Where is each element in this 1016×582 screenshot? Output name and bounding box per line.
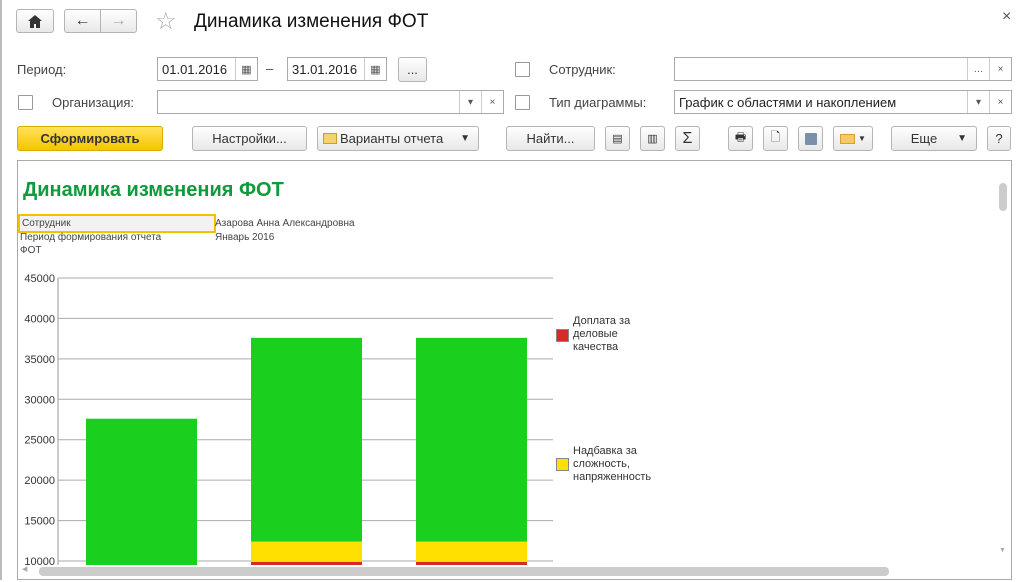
help-button[interactable]: ? [987,126,1011,151]
calendar-icon[interactable]: ▦ [364,58,386,80]
floppy-icon [804,132,817,145]
favorite-star-icon[interactable]: ☆ [155,7,177,36]
dropdown-icon: ▼ [460,133,470,144]
legend-swatch [556,329,569,342]
send-email-button[interactable]: ▼ [833,126,873,151]
more-button[interactable]: Еще ▼ [891,126,977,151]
clear-icon[interactable]: × [481,91,503,113]
date-from-value: 01.01.2016 [162,61,228,77]
organization-checkbox[interactable] [18,95,33,110]
groups-icon: ▥ [647,133,658,145]
y-tick-label: 35000 [24,354,55,366]
report-variants-label: Варианты отчета [340,131,444,146]
period-label: Период: [17,62,67,77]
save-button[interactable] [798,126,823,151]
groups-icon: ▤ [612,133,623,145]
horizontal-scrollbar[interactable] [39,567,889,576]
bar-segment [251,337,362,542]
back-button[interactable]: ← [64,9,101,33]
legend-swatch [556,458,569,471]
chart-type-value: График с областями и накоплением [679,94,897,110]
folder-icon [323,133,337,144]
bar-segment [251,561,362,565]
generate-button[interactable]: Сформировать [17,126,163,151]
printer-icon: 🖶 [734,130,747,144]
clear-icon[interactable]: × [989,58,1011,80]
date-from-input[interactable]: 01.01.2016 ▦ [157,57,258,81]
print-button[interactable]: 🖶 [728,126,753,151]
preview-button[interactable]: 🗋 [763,126,788,151]
chart: 10000 15000 20000 25000 30000 35000 40000 45000 [24,273,553,566]
chart-type-label: Тип диаграммы: [549,95,647,110]
y-tick-label: 45000 [24,273,55,285]
chart-type-checkbox[interactable] [515,95,530,110]
vertical-scroll-down-icon[interactable]: ▼ [999,547,1006,554]
preview-icon: 🗋 [770,130,781,144]
bar-segment [416,561,527,565]
arrow-right-icon: → [110,12,127,29]
bar-segment [416,541,527,562]
period-select-button[interactable]: ... [398,57,427,82]
dropdown-icon: ▼ [858,134,866,143]
find-button[interactable]: Найти... [506,126,595,151]
organization-input[interactable]: ▾ × [157,90,504,114]
employee-input[interactable]: … × [674,57,1012,81]
sigma-icon: Σ [682,129,693,147]
home-icon [28,14,42,28]
period-dash: – [266,61,274,76]
report-document[interactable]: Динамика изменения ФОТ Сотрудник Азарова… [17,160,1012,580]
bar-segment [416,337,527,542]
envelope-icon [840,133,856,144]
settings-button[interactable]: Настройки... [192,126,307,151]
date-to-input[interactable]: 31.01.2016 ▦ [287,57,387,81]
y-tick-label: 10000 [24,556,55,566]
organization-label: Организация: [52,95,135,110]
forward-button[interactable]: → [100,9,137,33]
clear-icon[interactable]: × [989,91,1011,113]
chart-type-select[interactable]: График с областями и накоплением ▾ × [674,90,1012,114]
bar-segment [251,541,362,562]
legend-label: Доплата за деловые качества [573,315,631,353]
calendar-icon[interactable]: ▦ [235,58,257,80]
expand-groups-button[interactable]: ▤ [605,126,630,151]
dropdown-icon[interactable]: ▾ [967,91,989,113]
home-button[interactable] [16,9,54,33]
more-label: Еще [910,131,938,146]
vertical-scrollbar[interactable] [999,183,1007,211]
page-title: Динамика изменения ФОТ [194,11,429,32]
dropdown-icon[interactable]: ▾ [459,91,481,113]
dropdown-icon: ▼ [957,133,967,144]
sum-button[interactable]: Σ [675,126,700,151]
employee-label: Сотрудник: [549,62,616,77]
y-tick-label: 15000 [24,516,55,528]
arrow-left-icon: ← [74,12,91,29]
date-to-value: 31.01.2016 [292,61,358,77]
bar-segment [86,418,197,565]
y-tick-label: 25000 [24,435,55,447]
close-icon[interactable]: × [1002,8,1011,26]
legend-label: Надбавка за сложность, напряженность [573,445,652,483]
collapse-groups-button[interactable]: ▥ [640,126,665,151]
y-tick-label: 30000 [24,394,55,406]
select-button[interactable]: … [967,58,989,80]
employee-checkbox[interactable] [515,62,530,77]
horizontal-scroll-left-icon[interactable]: ◀ [22,565,27,573]
report-variants-button[interactable]: Варианты отчета ▼ [317,126,479,151]
y-tick-label: 20000 [24,475,55,487]
y-tick-label: 40000 [24,313,55,325]
